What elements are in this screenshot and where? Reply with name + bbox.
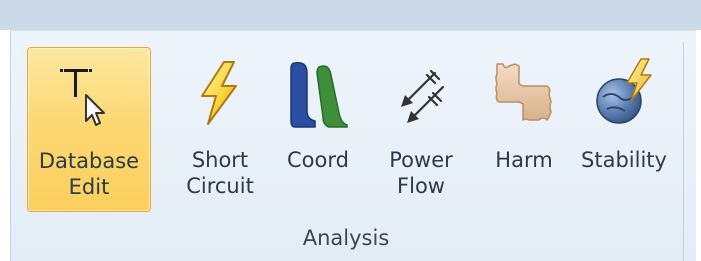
harm-label: Harm	[495, 148, 553, 172]
stability-globe-bolt-icon	[572, 55, 676, 131]
group-divider	[683, 42, 684, 261]
coordination-curves-icon	[274, 55, 362, 131]
harmonics-wave-icon	[482, 55, 566, 131]
short-circuit-button[interactable]: Short Circuit	[175, 47, 265, 212]
power-flow-arrows-icon	[372, 55, 470, 131]
short-circuit-label: Short Circuit	[186, 148, 254, 198]
coord-label: Coord	[287, 148, 349, 172]
power-flow-label: Power Flow	[389, 148, 453, 198]
ribbon-group-label: Analysis	[302, 226, 390, 250]
stability-label: Stability	[581, 148, 667, 172]
database-edit-cursor-icon	[28, 56, 150, 132]
ribbon-window: Database Edit Short Circuit Coord Power …	[0, 0, 701, 261]
lightning-bolt-icon	[175, 55, 265, 131]
coord-button[interactable]: Coord	[274, 47, 362, 212]
stability-button[interactable]: Stability	[572, 47, 676, 212]
power-flow-button[interactable]: Power Flow	[372, 47, 470, 212]
database-edit-label: Database Edit	[38, 149, 140, 199]
harm-button[interactable]: Harm	[482, 47, 566, 212]
ribbon-tab-strip	[0, 0, 701, 30]
database-edit-button[interactable]: Database Edit	[27, 47, 151, 212]
